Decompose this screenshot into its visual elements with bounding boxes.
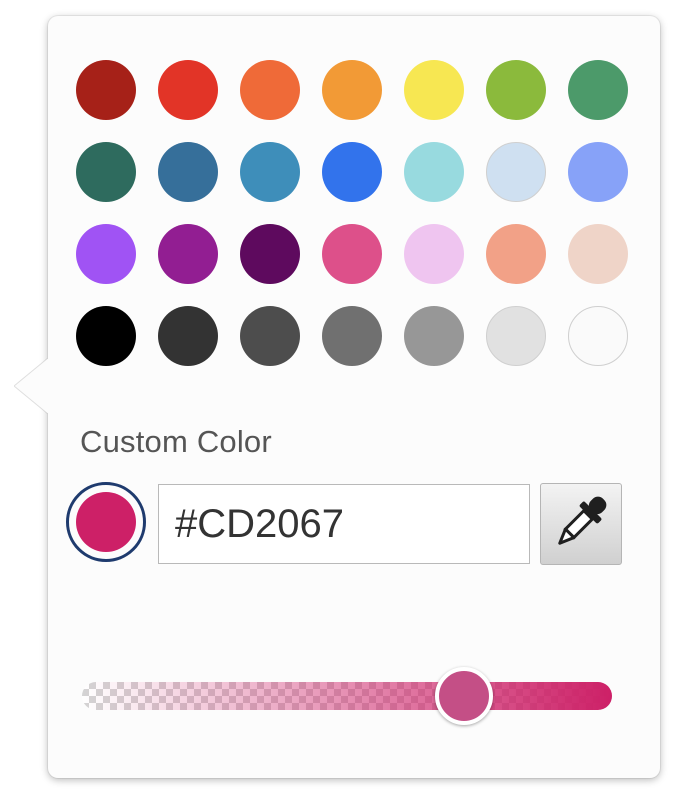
color-swatch[interactable]: [322, 60, 382, 120]
color-swatch[interactable]: [76, 142, 136, 202]
color-swatch[interactable]: [322, 224, 382, 284]
color-swatch[interactable]: [240, 142, 300, 202]
color-swatch[interactable]: [568, 224, 628, 284]
opacity-slider-track[interactable]: [82, 682, 612, 710]
color-swatch[interactable]: [322, 306, 382, 366]
eyedropper-button[interactable]: [540, 483, 622, 565]
current-color-swatch[interactable]: [66, 482, 146, 562]
color-swatch[interactable]: [322, 142, 382, 202]
color-swatch[interactable]: [486, 142, 546, 202]
color-swatch[interactable]: [76, 60, 136, 120]
opacity-gradient: [82, 682, 612, 710]
color-swatch[interactable]: [404, 60, 464, 120]
color-swatch[interactable]: [486, 60, 546, 120]
color-swatch[interactable]: [486, 224, 546, 284]
color-swatch[interactable]: [404, 224, 464, 284]
color-swatch[interactable]: [240, 224, 300, 284]
color-swatch[interactable]: [158, 142, 218, 202]
color-swatch[interactable]: [568, 306, 628, 366]
color-swatch[interactable]: [568, 60, 628, 120]
opacity-slider-thumb[interactable]: [434, 667, 493, 725]
hex-color-input[interactable]: [158, 484, 530, 564]
color-swatch[interactable]: [158, 306, 218, 366]
color-swatch[interactable]: [568, 142, 628, 202]
color-swatch[interactable]: [158, 224, 218, 284]
color-swatch[interactable]: [76, 306, 136, 366]
color-swatch[interactable]: [240, 60, 300, 120]
color-swatch[interactable]: [76, 224, 136, 284]
custom-color-label: Custom Color: [80, 424, 272, 459]
eyedropper-icon: [549, 490, 613, 559]
color-picker-popover: Custom Color: [48, 16, 660, 778]
color-swatch[interactable]: [404, 306, 464, 366]
color-swatch[interactable]: [486, 306, 546, 366]
color-swatch[interactable]: [158, 60, 218, 120]
popover-arrow: [14, 358, 48, 414]
color-swatch[interactable]: [240, 306, 300, 366]
current-color-fill: [76, 492, 136, 552]
color-swatch[interactable]: [404, 142, 464, 202]
